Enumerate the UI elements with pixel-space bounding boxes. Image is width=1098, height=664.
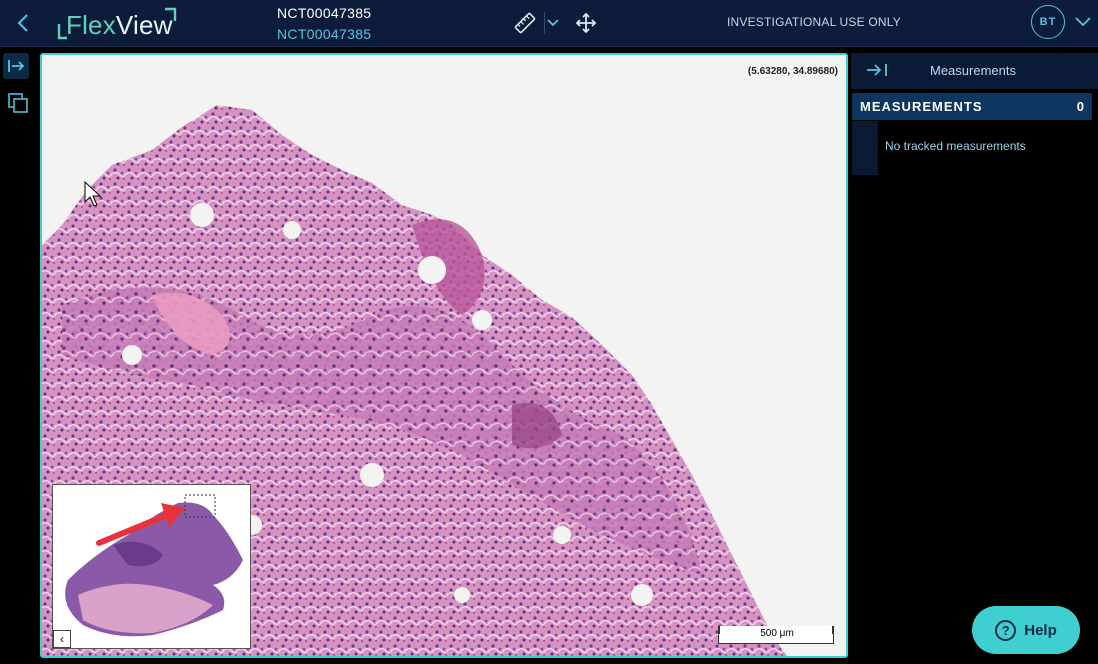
slide-viewer[interactable]: (5.63280, 34.89680) ‹ 500 μm bbox=[40, 53, 848, 658]
pan-tool-button[interactable] bbox=[574, 11, 598, 35]
tool-options-dropdown[interactable] bbox=[546, 14, 560, 32]
chevron-down-icon bbox=[1075, 17, 1091, 27]
collapse-panel-button[interactable] bbox=[865, 62, 889, 83]
chevron-down-icon bbox=[547, 19, 559, 27]
move-arrows-icon bbox=[575, 12, 597, 34]
logo-text: FlexView bbox=[66, 10, 173, 40]
left-toolbar bbox=[0, 48, 36, 664]
measurements-panel: Measurements MEASUREMENTS 0 No tracked m… bbox=[851, 53, 1098, 664]
red-arrow-annotation-icon bbox=[96, 503, 185, 546]
scale-bar: 500 μm bbox=[718, 626, 834, 644]
user-avatar[interactable]: BT bbox=[1031, 5, 1065, 39]
scale-bar-label: 500 μm bbox=[760, 628, 794, 639]
measurements-section-label: MEASUREMENTS bbox=[860, 99, 983, 114]
help-button[interactable]: ? Help bbox=[972, 606, 1080, 654]
measure-tool-button[interactable] bbox=[512, 11, 538, 35]
chevron-left-icon bbox=[17, 14, 28, 32]
logo-corner-right-icon bbox=[165, 7, 177, 21]
help-button-label: Help bbox=[1024, 621, 1057, 639]
stacked-squares-icon bbox=[8, 93, 28, 113]
panel-title: Measurements bbox=[930, 63, 1016, 78]
ruler-icon bbox=[514, 12, 536, 34]
mouse-pointer-icon bbox=[84, 181, 102, 207]
user-menu-toggle[interactable] bbox=[1073, 12, 1093, 32]
empty-measurements-message: No tracked measurements bbox=[885, 139, 1026, 153]
series-panel-button[interactable] bbox=[5, 90, 31, 116]
investigational-banner: INVESTIGATIONAL USE ONLY bbox=[727, 15, 901, 29]
minimap-collapse-button[interactable]: ‹ bbox=[53, 630, 71, 648]
back-button[interactable] bbox=[12, 11, 34, 35]
question-circle-icon: ? bbox=[995, 619, 1017, 641]
study-subtitle[interactable]: NCT00047385 bbox=[277, 26, 371, 42]
measurements-section-header[interactable]: MEASUREMENTS 0 bbox=[852, 93, 1092, 120]
cursor-coordinates: (5.63280, 34.89680) bbox=[747, 66, 838, 77]
top-bar: FlexView NCT00047385 NCT00047385 INVESTI… bbox=[0, 0, 1098, 47]
flexview-logo: FlexView bbox=[57, 7, 179, 40]
toggle-left-panel-button[interactable] bbox=[3, 53, 29, 79]
measurements-count: 0 bbox=[1076, 99, 1084, 114]
measurements-list-gutter bbox=[852, 121, 878, 175]
study-title: NCT00047385 bbox=[277, 5, 372, 21]
expand-panel-icon bbox=[8, 60, 25, 72]
toolbar-divider bbox=[544, 12, 545, 34]
collapse-right-icon bbox=[867, 64, 887, 76]
slide-overview-minimap[interactable]: ‹ bbox=[52, 484, 251, 649]
panel-header: Measurements bbox=[851, 53, 1098, 89]
